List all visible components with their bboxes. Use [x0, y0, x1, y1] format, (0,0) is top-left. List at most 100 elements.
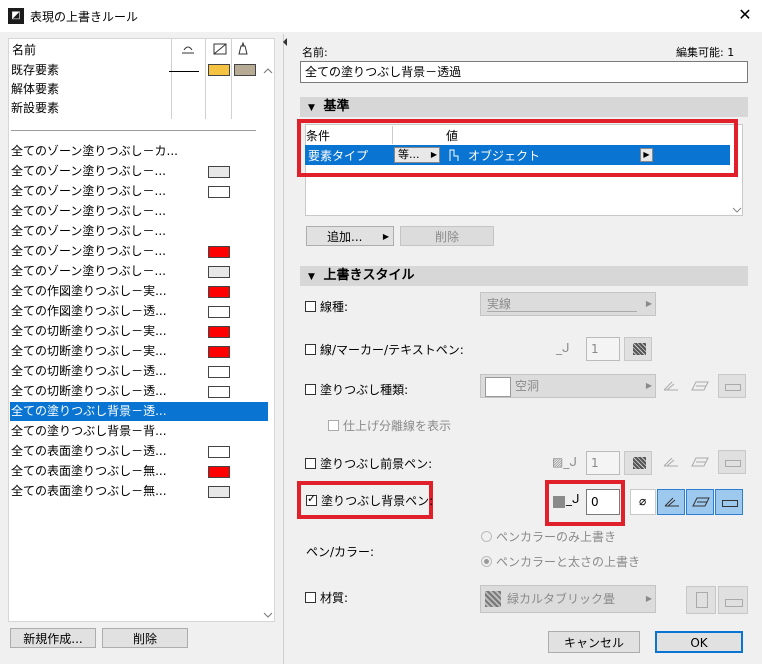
fill-swatch: [208, 286, 230, 298]
bg-angle-button[interactable]: [657, 489, 685, 515]
fill-type-dropdown[interactable]: 空洞 ▶: [480, 374, 656, 398]
material-settings-button[interactable]: [686, 586, 716, 614]
fill-distort-icon[interactable]: [690, 456, 710, 468]
group-existing[interactable]: 既存要素: [11, 61, 59, 80]
splitter[interactable]: [283, 34, 284, 664]
new-rule-button[interactable]: 新規作成...: [10, 628, 96, 648]
fill-swatch: [208, 486, 230, 498]
fill-fg-pen-checkbox[interactable]: [305, 458, 316, 469]
material-dropdown[interactable]: 緑カルタブリック畳 ▶: [480, 585, 656, 613]
fill-swatch: [208, 186, 230, 198]
fill-swatch: [208, 166, 230, 178]
fill-swatch: [208, 366, 230, 378]
rule-list-item[interactable]: 全ての切断塗りつぶし－透...: [11, 362, 167, 381]
ok-button[interactable]: OK: [655, 631, 743, 653]
dropdown-arrow-icon: ▶: [645, 299, 652, 308]
rule-list-item[interactable]: 全ての表面塗りつぶし－透...: [11, 442, 167, 461]
pen-color-label: ペン/カラー:: [306, 545, 375, 559]
add-criteria-button[interactable]: 追加... ▶: [306, 226, 394, 246]
close-icon[interactable]: ✕: [734, 4, 756, 26]
expand-triangle-icon: ▼: [308, 103, 315, 113]
bg-pen-swatch: [553, 496, 565, 508]
group-new[interactable]: 新設要素: [11, 99, 59, 118]
rule-name-input[interactable]: 全ての塗りつぶし背景－透過: [300, 61, 748, 83]
rule-list-item[interactable]: 全ての塗りつぶし背景－背...: [11, 422, 167, 441]
table-scroll-down-icon[interactable]: [732, 206, 742, 214]
show-separator-label: 仕上げ分離線を表示: [343, 419, 452, 433]
show-separator-checkbox[interactable]: [328, 420, 339, 431]
fill-swatch: [208, 466, 230, 478]
rule-list-item[interactable]: 全てのゾーン塗りつぶし－...: [11, 162, 166, 181]
material-label: 材質:: [320, 591, 349, 605]
window-title: 表現の上書きルール: [30, 10, 139, 24]
rule-list-item[interactable]: 全ての作図塗りつぶし－実...: [11, 282, 167, 301]
cancel-button[interactable]: キャンセル: [548, 631, 640, 653]
delete-rule-button[interactable]: 削除: [102, 628, 188, 648]
fill-swatch: [208, 326, 230, 338]
radio-color-weight[interactable]: [481, 556, 492, 567]
rule-list-item[interactable]: 全ての表面塗りつぶし－無...: [11, 482, 167, 501]
fill-bg-pen-input[interactable]: 0: [586, 489, 620, 515]
rule-list-item[interactable]: 全ての塗りつぶし背景－透...: [11, 402, 167, 421]
fill-fg-pen-input[interactable]: 1: [586, 451, 620, 475]
fill-distort-icon: [692, 497, 710, 507]
fill-swatch: [208, 64, 230, 76]
fill-angle-icon[interactable]: [662, 380, 680, 392]
rule-list: 全てのゾーン塗りつぶし－カ... 全てのゾーン塗りつぶし－... 全てのゾーン塗りつ…: [9, 142, 268, 522]
line-style-icon[interactable]: [181, 43, 195, 55]
rule-list-item[interactable]: 全てのゾーン塗りつぶし－...: [11, 262, 166, 281]
bg-distort-button[interactable]: [686, 489, 714, 515]
material-icon[interactable]: [237, 42, 249, 55]
fill-bg-pen-checkbox[interactable]: ✓: [306, 493, 317, 506]
material-plan-button[interactable]: [718, 586, 748, 614]
rule-list-panel: 名前 既存要素 解体要素 新設要素 全てのゾーン塗りつぶし－カ... 全てのゾーン…: [8, 38, 275, 622]
fg-pen-icon: ▨_ᒍ: [552, 455, 577, 469]
material-swatch: [234, 64, 256, 76]
line-pen-input[interactable]: 1: [586, 337, 620, 361]
rule-list-item[interactable]: 全てのゾーン塗りつぶし－...: [11, 202, 166, 221]
rule-list-item[interactable]: 全ての切断塗りつぶし－透...: [11, 382, 167, 401]
collapse-left-icon[interactable]: [282, 38, 288, 46]
style-section-header[interactable]: ▼ 上書きスタイル: [300, 266, 748, 286]
dropdown-arrow-icon: ▶: [645, 594, 652, 603]
rule-list-item[interactable]: 全てのゾーン塗りつぶし－...: [11, 182, 166, 201]
fill-bg-pen-label: 塗りつぶし背景ペン:: [321, 494, 434, 508]
bg-pen-icon: _ᒍ: [566, 492, 580, 506]
material-checkbox[interactable]: [305, 592, 316, 603]
fill-swatch: [208, 266, 230, 278]
scroll-down-icon[interactable]: [263, 611, 273, 619]
fill-swatch: [208, 446, 230, 458]
fg-pen-picker-button[interactable]: [624, 451, 652, 475]
rule-list-item[interactable]: 全ての表面塗りつぶし－無...: [11, 462, 167, 481]
line-type-dropdown[interactable]: 実線 ▶: [480, 292, 656, 316]
criteria-section-header[interactable]: ▼ 基準: [300, 97, 748, 117]
fill-angle-icon[interactable]: [662, 456, 680, 468]
fill-type-checkbox[interactable]: [305, 384, 316, 395]
pen-picker-button[interactable]: [624, 337, 652, 361]
fill-swatch: [208, 306, 230, 318]
rule-list-item[interactable]: 全ての切断塗りつぶし－実...: [11, 342, 167, 361]
scroll-up-icon[interactable]: [263, 67, 273, 75]
highlight-criteria: [297, 119, 738, 177]
fill-plan-button[interactable]: [718, 450, 746, 474]
fill-swatch: [208, 246, 230, 258]
bg-plan-button[interactable]: [715, 489, 743, 515]
fill-distort-icon[interactable]: [690, 380, 710, 392]
rule-list-item[interactable]: 全ての作図塗りつぶし－透...: [11, 302, 167, 321]
expand-triangle-icon: ▼: [308, 272, 315, 282]
fill-icon[interactable]: [213, 43, 227, 55]
line-type-checkbox[interactable]: [305, 301, 316, 312]
remove-criteria-button[interactable]: 削除: [400, 226, 494, 246]
line-sample: [169, 71, 199, 72]
fill-plan-button[interactable]: [718, 374, 746, 398]
rule-list-item[interactable]: 全てのゾーン塗りつぶし－...: [11, 242, 166, 261]
app-icon: ◩: [8, 8, 24, 24]
rule-list-item[interactable]: 全てのゾーン塗りつぶし－...: [11, 222, 166, 241]
group-demolished[interactable]: 解体要素: [11, 80, 59, 99]
line-pen-checkbox[interactable]: [305, 344, 316, 355]
no-pen-button[interactable]: ⌀: [630, 489, 656, 515]
rule-list-item[interactable]: 全ての切断塗りつぶし－実...: [11, 322, 167, 341]
radio-color-only[interactable]: [481, 531, 492, 542]
rule-list-item[interactable]: 全てのゾーン塗りつぶし－カ...: [11, 142, 178, 161]
fill-fg-pen-label: 塗りつぶし前景ペン:: [320, 457, 433, 471]
